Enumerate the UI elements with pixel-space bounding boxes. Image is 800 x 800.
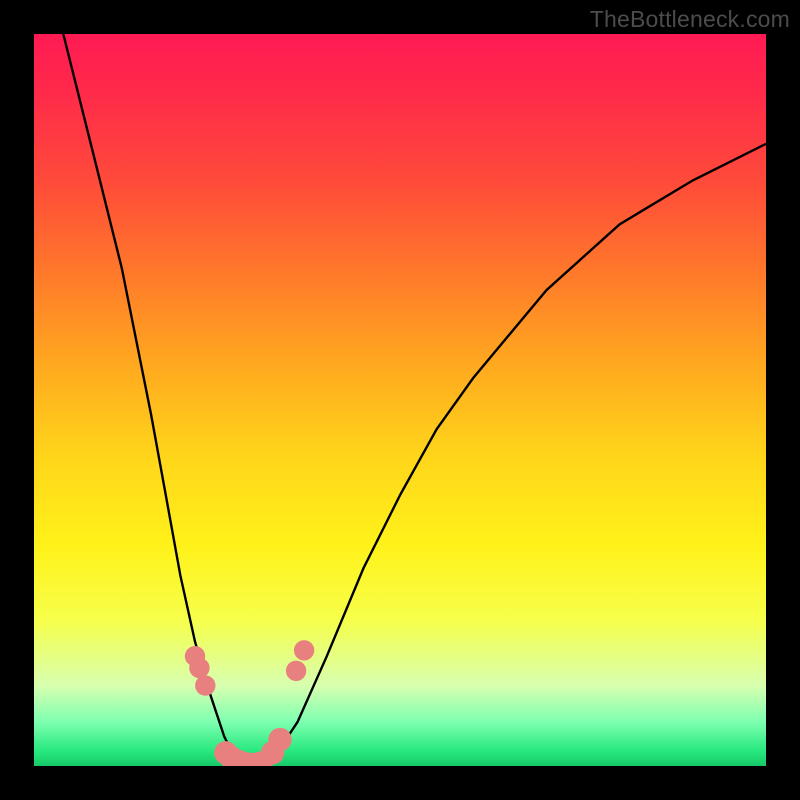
plot-area — [34, 34, 766, 766]
curve-marker — [268, 728, 291, 751]
curve-line — [34, 34, 766, 766]
curve-marker — [294, 640, 314, 660]
curve-marker — [195, 675, 215, 695]
bottleneck-curve — [34, 34, 766, 766]
curve-marker — [189, 658, 209, 678]
curve-marker — [286, 661, 306, 681]
curve-markers — [185, 640, 314, 766]
outer-frame: TheBottleneck.com — [0, 0, 800, 800]
attribution-text: TheBottleneck.com — [590, 6, 790, 33]
